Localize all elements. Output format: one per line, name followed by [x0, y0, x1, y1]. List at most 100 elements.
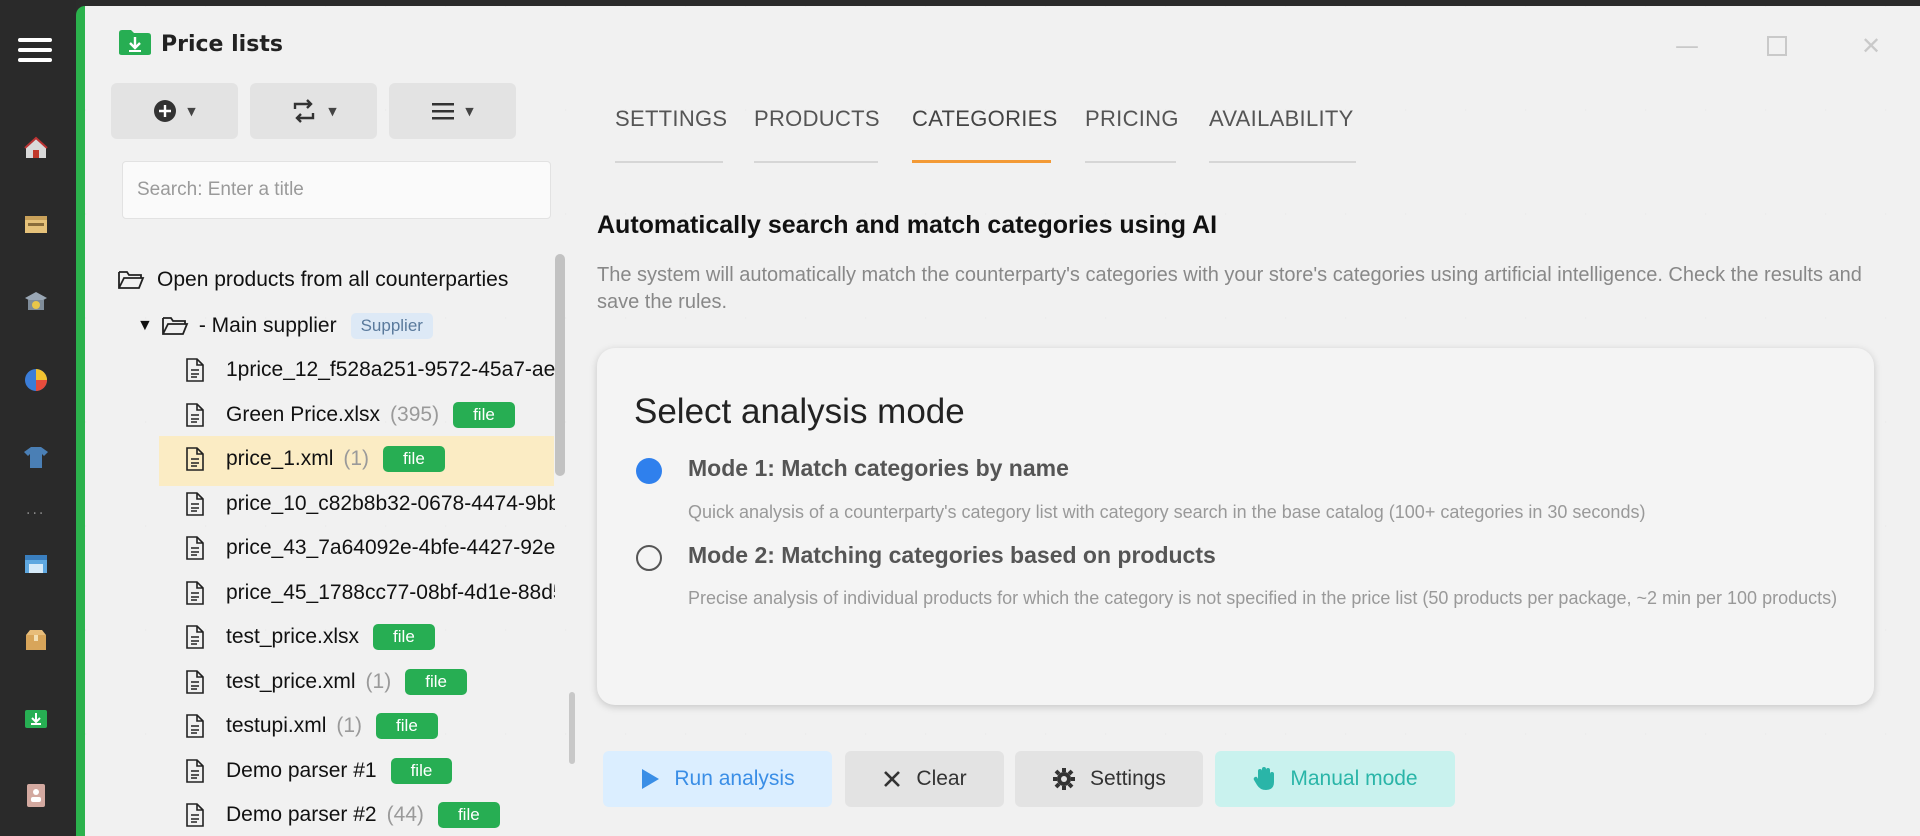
tab-products[interactable]: PRODUCTS — [754, 106, 880, 163]
finance-icon[interactable] — [22, 288, 50, 316]
repeat-icon — [294, 99, 315, 123]
analysis-mode-card: Select analysis mode Mode 1: Match categ… — [597, 348, 1874, 705]
tab-pricing-label: PRICING — [1085, 106, 1179, 131]
file-badge: file — [453, 401, 515, 428]
tab-pricing[interactable]: PRICING — [1085, 106, 1179, 163]
list-item-name: 1price_12_f528a251-9572-45a7-ae5 — [226, 358, 555, 381]
section-description: The system will automatically match the … — [597, 264, 1862, 313]
file-document-icon — [186, 714, 204, 738]
list-item-name: test_price.xlsx — [226, 625, 360, 648]
list-item-name: testupi.xml — [226, 714, 327, 737]
file-document-icon — [186, 669, 204, 694]
file-badge: file — [376, 713, 438, 739]
clear-button[interactable]: Clear — [845, 751, 1004, 807]
tab-products-label: PRODUCTS — [754, 106, 880, 131]
list-item[interactable]: Green Price.xlsx (395) file — [186, 395, 515, 435]
store-icon[interactable] — [22, 211, 50, 239]
maximize-icon[interactable] — [1763, 32, 1791, 60]
tab-categories[interactable]: CATEGORIES — [912, 106, 1057, 163]
list-menu-button[interactable]: ▼ — [389, 83, 516, 139]
tab-settings[interactable]: SETTINGS — [615, 106, 727, 163]
mode-2-label[interactable]: Mode 2: Matching categories based on pro… — [688, 542, 1216, 569]
file-badge: file — [373, 624, 435, 650]
play-icon — [642, 769, 660, 789]
tree-root[interactable]: Open products from all counterparties — [117, 260, 508, 300]
clothing-icon[interactable] — [22, 443, 50, 471]
list-item-name: test_price.xml — [226, 669, 356, 693]
tree-root-label: Open products from all counterparties — [157, 268, 509, 291]
list-item-name: price_45_1788cc77-08bf-4d1e-88d5 — [226, 580, 555, 604]
tree-scrollbar[interactable] — [555, 254, 565, 476]
price-list-tree: Open products from all counterparties ▼ … — [85, 246, 555, 836]
tree-scrollbar-secondary[interactable] — [569, 692, 575, 764]
gear-icon — [1053, 768, 1076, 790]
file-badge: file — [405, 668, 467, 695]
file-document-icon — [186, 358, 204, 382]
list-item-name: price_1.xml — [226, 447, 334, 470]
file-badge: file — [437, 802, 500, 828]
mode-1-label[interactable]: Mode 1: Match categories by name — [688, 455, 1069, 482]
list-item[interactable]: Demo parser #2 (44) file — [186, 795, 500, 835]
list-item-count: (1) — [343, 447, 370, 470]
warehouse-icon[interactable] — [22, 549, 50, 577]
group-label: - Main supplier — [198, 314, 337, 337]
clear-label: Clear — [916, 767, 967, 790]
tab-availability-label: AVAILABILITY — [1209, 106, 1354, 131]
mode-2-radio[interactable] — [636, 545, 662, 571]
close-x-icon — [884, 771, 901, 787]
file-document-icon — [186, 758, 204, 783]
file-document-icon — [186, 491, 204, 516]
caret-down-icon[interactable]: ▼ — [137, 317, 153, 335]
list-item-name: Demo parser #2 — [226, 803, 377, 826]
home-icon[interactable] — [22, 134, 50, 162]
list-item-count: (1) — [336, 714, 363, 737]
minimize-icon[interactable]: — — [1673, 32, 1701, 60]
tab-availability[interactable]: AVAILABILITY — [1209, 106, 1356, 163]
tab-categories-label: CATEGORIES — [912, 106, 1058, 131]
file-document-icon — [186, 580, 204, 605]
price-lists-icon[interactable] — [22, 704, 50, 732]
close-icon[interactable]: ✕ — [1857, 32, 1885, 60]
list-item[interactable]: price_45_1788cc77-08bf-4d1e-88d5 — [186, 573, 555, 613]
mode-1-radio[interactable] — [636, 458, 662, 484]
file-document-icon — [186, 803, 204, 827]
list-item[interactable]: test_price.xml (1) file — [186, 662, 467, 702]
list-item-count: (395) — [390, 402, 440, 426]
file-document-icon — [186, 447, 204, 471]
file-document-icon — [186, 402, 204, 427]
price-lists-app-icon — [118, 28, 152, 56]
list-item-name: Green Price.xlsx — [226, 402, 381, 426]
file-document-icon — [186, 536, 204, 560]
list-item[interactable]: testupi.xml (1) file — [186, 706, 438, 746]
supplier-badge: Supplier — [350, 313, 433, 339]
list-item-name: price_43_7a64092e-4bfe-4427-92e — [226, 536, 555, 559]
chevron-down-icon: ▼ — [465, 104, 474, 118]
run-analysis-button[interactable]: Run analysis — [603, 751, 832, 807]
plus-circle-icon — [154, 100, 177, 122]
list-item[interactable]: price_43_7a64092e-4bfe-4427-92e — [186, 528, 555, 568]
sync-button[interactable]: ▼ — [250, 83, 377, 139]
folder-open-icon — [118, 271, 145, 289]
packages-icon[interactable] — [22, 626, 50, 654]
settings-button[interactable]: Settings — [1015, 751, 1203, 807]
file-badge: file — [383, 446, 445, 472]
tree-group-main-supplier[interactable]: ▼ - Main supplier Supplier — [137, 306, 433, 346]
analytics-icon[interactable] — [22, 366, 50, 394]
list-item[interactable]: price_1.xml (1) file — [186, 439, 445, 479]
list-item[interactable]: Demo parser #1 file — [186, 751, 453, 791]
section-heading: Automatically search and match categorie… — [597, 211, 1218, 239]
search-input[interactable] — [122, 161, 551, 219]
contacts-icon[interactable] — [22, 781, 50, 809]
list-item[interactable]: price_10_c82b8b32-0678-4474-9bb — [186, 484, 555, 524]
manual-mode-button[interactable]: Manual mode — [1215, 751, 1455, 807]
add-button[interactable]: ▼ — [111, 83, 238, 139]
tab-settings-label: SETTINGS — [615, 106, 728, 131]
file-document-icon — [186, 625, 204, 649]
more-dots: ··· — [26, 506, 46, 522]
hand-icon — [1254, 767, 1275, 790]
manual-mode-label: Manual mode — [1290, 767, 1418, 790]
list-item[interactable]: test_price.xlsx file — [186, 617, 435, 657]
menu-icon[interactable] — [18, 38, 52, 68]
list-item-count: (44) — [386, 803, 424, 826]
list-item[interactable]: 1price_12_f528a251-9572-45a7-ae5 — [186, 350, 555, 390]
